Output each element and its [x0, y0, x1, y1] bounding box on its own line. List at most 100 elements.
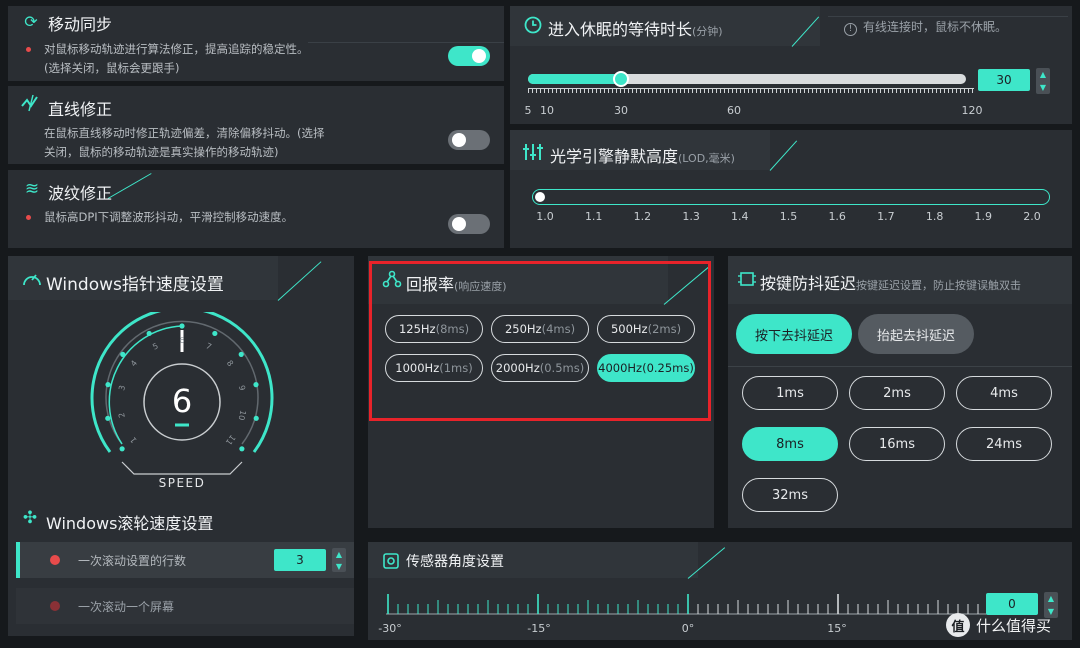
sleep-tick: 30 — [614, 104, 628, 117]
debounce-divider — [728, 366, 1072, 367]
scroll-lines-stepper[interactable]: ▲ ▼ — [332, 548, 346, 572]
dial-base-line — [121, 461, 243, 475]
polling-option-125hz[interactable]: 125Hz (8ms) — [385, 315, 483, 343]
sliders-icon — [522, 142, 544, 162]
ripple-title: 波纹修正 — [48, 184, 113, 203]
toggle-knob — [452, 217, 466, 231]
scroll-screen-option[interactable]: 一次滚动一个屏幕 — [16, 588, 354, 624]
angle-snap-desc: 在鼠标直线移动时修正轨迹偏差，清除偏移抖动。(选择关闭，鼠标的移动轨迹是真实操作… — [44, 124, 326, 162]
info-icon: ! — [844, 23, 857, 36]
dial-number: 11 — [224, 433, 237, 447]
stepper-up-icon[interactable]: ▲ — [1040, 70, 1046, 79]
scroll-speed-title: Windows滚轮速度设置 — [46, 514, 214, 533]
sensor-angle-tick: 15° — [827, 622, 847, 635]
polling-option-2000hz[interactable]: 2000Hz (0.5ms) — [491, 354, 589, 382]
bullet-dot — [26, 215, 31, 220]
polling-option-1000hz[interactable]: 1000Hz (1ms) — [385, 354, 483, 382]
sensor-angle-tick: -30° — [378, 622, 402, 635]
sleep-stepper[interactable]: ▲ ▼ — [1036, 68, 1050, 94]
polling-ms: (1ms) — [439, 361, 473, 375]
scroll-lines-label: 一次滚动设置的行数 — [78, 554, 187, 568]
dial-dot — [105, 382, 111, 388]
stepper-down-icon[interactable]: ▼ — [336, 562, 342, 571]
scroll-lines-input[interactable]: 3 — [274, 549, 326, 571]
pointer-speed-title: Windows指针速度设置 — [46, 275, 224, 295]
polling-option-4000hz[interactable]: 4000Hz (0.25ms) — [597, 354, 695, 382]
debounce-option-24ms[interactable]: 24ms — [956, 427, 1052, 461]
polling-hz: 2000Hz — [495, 361, 540, 375]
sleep-tick: 5 — [524, 104, 532, 117]
dial-number: 8 — [225, 359, 235, 369]
speed-value: 6 — [171, 382, 193, 420]
sensor-icon — [382, 552, 400, 570]
motion-sync-desc-text: 对鼠标移动轨迹进行算法修正，提高追踪的稳定性。(选择关闭，鼠标会更跟手) — [44, 42, 309, 75]
header-deco-line — [308, 42, 504, 43]
polling-option-250hz[interactable]: 250Hz (4ms) — [491, 315, 589, 343]
lod-slider[interactable] — [532, 189, 1050, 205]
lod-slider-handle[interactable] — [535, 192, 545, 202]
angle-snap-desc-text: 在鼠标直线移动时修正轨迹偏差，清除偏移抖动。(选择关闭，鼠标的移动轨迹是真实操作… — [44, 126, 325, 159]
debounce-option-16ms[interactable]: 16ms — [849, 427, 945, 461]
scroll-lines-option[interactable]: 一次滚动设置的行数 3 ▲ ▼ — [16, 542, 354, 578]
motion-sync-title: 移动同步 — [48, 15, 113, 34]
polling-hz: 4000Hz — [598, 361, 643, 375]
header-deco-line — [107, 173, 152, 199]
sleep-value-input[interactable]: 30 — [978, 69, 1030, 91]
debounce-option-4ms[interactable]: 4ms — [956, 376, 1052, 410]
angle-snap-panel: 直线修正 在鼠标直线移动时修正轨迹偏差，清除偏移抖动。(选择关闭，鼠标的移动轨迹… — [8, 86, 504, 164]
ripple-panel: ≋ 波纹修正 鼠标高DPI下调整波形抖动，平滑控制移动速度。 — [8, 170, 504, 248]
angle-snap-toggle[interactable] — [448, 130, 490, 150]
dial-number: 6 — [179, 336, 184, 345]
scroll-screen-label: 一次滚动一个屏幕 — [78, 600, 175, 614]
stepper-up-icon[interactable]: ▲ — [336, 550, 342, 559]
stepper-up-icon[interactable]: ▲ — [1048, 594, 1054, 603]
debounce-option-32ms[interactable]: 32ms — [742, 478, 838, 512]
dial-number: 3 — [117, 384, 127, 391]
lod-unit: (LOD,毫米) — [678, 152, 735, 165]
sleep-slider[interactable] — [528, 71, 966, 87]
polling-option-500hz[interactable]: 500Hz (2ms) — [597, 315, 695, 343]
debounce-option-1ms[interactable]: 1ms — [742, 376, 838, 410]
bullet-dot — [26, 47, 31, 52]
sleep-note-text: 有线连接时，鼠标不休眠。 — [863, 20, 1008, 34]
debounce-option-8ms[interactable]: 8ms — [742, 427, 838, 461]
sleep-unit: (分钟) — [692, 25, 723, 38]
clock-icon — [524, 16, 542, 34]
motion-sync-toggle[interactable] — [448, 46, 490, 66]
polling-ms: (0.5ms) — [539, 361, 585, 375]
scroll-icon: ✣ — [22, 508, 38, 528]
sensor-angle-title: 传感器角度设置 — [406, 554, 504, 570]
sleep-tick: 120 — [961, 104, 983, 117]
refresh-icon: ⟳ — [24, 11, 38, 31]
dial-dot — [119, 446, 125, 452]
radio-unselected[interactable] — [50, 601, 60, 611]
watermark: 值 什么值得买 — [946, 612, 1051, 638]
sleep-slider-fill — [528, 74, 622, 84]
sleep-ruler — [528, 88, 974, 98]
debounce-press-tab[interactable]: 按下去抖延迟 — [736, 314, 852, 354]
network-icon — [382, 270, 402, 288]
polling-ms: (8ms) — [435, 322, 470, 336]
watermark-text: 什么值得买 — [976, 616, 1052, 635]
debounce-option-2ms[interactable]: 2ms — [849, 376, 945, 410]
gauge-icon — [22, 270, 42, 288]
stepper-down-icon[interactable]: ▼ — [1040, 83, 1046, 92]
polling-hz: 250Hz — [504, 322, 542, 336]
pointer-speed-panel: Windows指针速度设置 1 2 3 4 5 6 7 8 9 10 11 6 SPEED ✣ Wi… — [8, 256, 354, 636]
header-deco-line — [277, 261, 322, 301]
dial-dot — [253, 382, 259, 388]
motion-sync-desc: 对鼠标移动轨迹进行算法修正，提高追踪的稳定性。(选择关闭，鼠标会更跟手) — [26, 40, 324, 78]
radio-selected[interactable] — [50, 555, 60, 565]
sensor-angle-ruler[interactable] — [384, 592, 994, 618]
polling-sub: (响应速度) — [454, 280, 507, 293]
ruler-ticks — [387, 594, 989, 614]
sleep-note: ! 有线连接时，鼠标不休眠。 — [844, 18, 1007, 36]
toggle-knob — [452, 133, 466, 147]
dial-dot — [146, 330, 152, 337]
sensor-angle-tick: 0° — [681, 622, 695, 635]
lod-tick: 1.9 — [974, 210, 993, 223]
ripple-toggle[interactable] — [448, 214, 490, 234]
sleep-slider-handle[interactable] — [613, 71, 629, 87]
debounce-release-tab[interactable]: 抬起去抖延迟 — [858, 314, 974, 354]
header-deco-line — [769, 140, 798, 171]
